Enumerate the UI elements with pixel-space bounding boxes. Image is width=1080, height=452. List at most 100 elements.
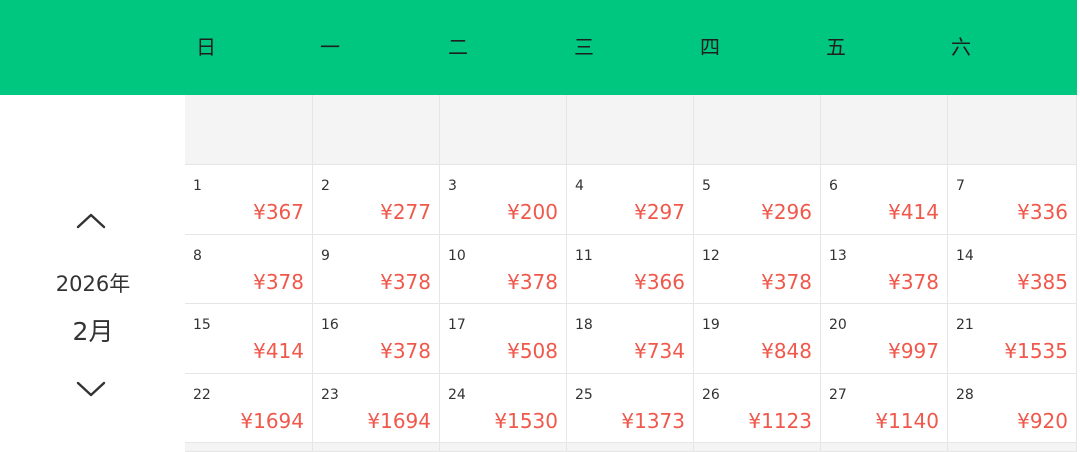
day-number: 28 — [956, 387, 974, 403]
month-label: 2月 — [72, 317, 114, 346]
day-price: ¥997 — [888, 339, 939, 363]
empty-day-cell — [185, 95, 313, 165]
prev-month-button[interactable] — [70, 205, 112, 235]
day-number: 19 — [702, 317, 720, 333]
day-cell[interactable]: 21 ¥1535 — [948, 304, 1077, 374]
day-price: ¥1694 — [240, 409, 304, 433]
day-cell[interactable]: 28 ¥920 — [948, 374, 1077, 443]
day-cell[interactable]: 23 ¥1694 — [313, 374, 440, 443]
day-cell[interactable]: 16 ¥378 — [313, 304, 440, 374]
weekday-fri: 五 — [826, 35, 846, 59]
next-week-cell — [948, 443, 1077, 452]
day-number: 27 — [829, 387, 847, 403]
day-price: ¥1373 — [621, 409, 685, 433]
day-number: 24 — [448, 387, 466, 403]
day-price: ¥1694 — [367, 409, 431, 433]
day-number: 25 — [575, 387, 593, 403]
day-number: 8 — [193, 248, 202, 264]
day-number: 1 — [193, 178, 202, 194]
next-week-cell — [313, 443, 440, 452]
next-week-cell — [694, 443, 821, 452]
next-week-cell — [185, 443, 313, 452]
day-number: 17 — [448, 317, 466, 333]
day-cell[interactable]: 15 ¥414 — [185, 304, 313, 374]
day-cell[interactable]: 8 ¥378 — [185, 235, 313, 304]
day-cell[interactable]: 10 ¥378 — [440, 235, 567, 304]
day-number: 6 — [829, 178, 838, 194]
day-price: ¥200 — [507, 200, 558, 224]
day-number: 20 — [829, 317, 847, 333]
empty-day-cell — [694, 95, 821, 165]
day-cell[interactable]: 3 ¥200 — [440, 165, 567, 235]
day-cell[interactable]: 17 ¥508 — [440, 304, 567, 374]
calendar-grid: 1 ¥367 2 ¥277 3 ¥200 4 ¥297 5 ¥296 6 ¥414 7 ¥336 8 ¥378… — [185, 95, 1077, 452]
next-week-cell — [821, 443, 948, 452]
day-cell[interactable]: 1 ¥367 — [185, 165, 313, 235]
empty-day-cell — [567, 95, 694, 165]
day-price: ¥1140 — [875, 409, 939, 433]
day-price: ¥378 — [380, 270, 431, 294]
day-number: 3 — [448, 178, 457, 194]
day-cell[interactable]: 27 ¥1140 — [821, 374, 948, 443]
day-number: 4 — [575, 178, 584, 194]
day-price: ¥920 — [1017, 409, 1068, 433]
day-cell[interactable]: 22 ¥1694 — [185, 374, 313, 443]
next-week-cell — [567, 443, 694, 452]
empty-day-cell — [313, 95, 440, 165]
weekday-header: 日 一 二 三 四 五 六 — [0, 0, 1077, 95]
day-cell[interactable]: 2 ¥277 — [313, 165, 440, 235]
day-number: 21 — [956, 317, 974, 333]
day-number: 5 — [702, 178, 711, 194]
day-cell[interactable]: 13 ¥378 — [821, 235, 948, 304]
day-cell[interactable]: 11 ¥366 — [567, 235, 694, 304]
day-cell[interactable]: 19 ¥848 — [694, 304, 821, 374]
day-price: ¥508 — [507, 339, 558, 363]
chevron-up-icon — [76, 213, 106, 229]
day-cell[interactable]: 5 ¥296 — [694, 165, 821, 235]
day-cell[interactable]: 9 ¥378 — [313, 235, 440, 304]
day-price: ¥277 — [380, 200, 431, 224]
day-number: 18 — [575, 317, 593, 333]
day-cell[interactable]: 24 ¥1530 — [440, 374, 567, 443]
day-number: 26 — [702, 387, 720, 403]
day-cell[interactable]: 26 ¥1123 — [694, 374, 821, 443]
day-number: 7 — [956, 178, 965, 194]
day-price: ¥414 — [253, 339, 304, 363]
empty-day-cell — [948, 95, 1077, 165]
weekday-wed: 三 — [574, 35, 594, 59]
next-week-cell — [440, 443, 567, 452]
day-price: ¥366 — [634, 270, 685, 294]
day-cell[interactable]: 18 ¥734 — [567, 304, 694, 374]
day-number: 16 — [321, 317, 339, 333]
day-number: 22 — [193, 387, 211, 403]
next-month-button[interactable] — [70, 375, 112, 405]
day-cell[interactable]: 20 ¥997 — [821, 304, 948, 374]
day-price: ¥1535 — [1004, 339, 1068, 363]
weekday-sat: 六 — [951, 35, 971, 59]
day-price: ¥336 — [1017, 200, 1068, 224]
day-number: 11 — [575, 248, 593, 264]
day-cell[interactable]: 25 ¥1373 — [567, 374, 694, 443]
day-cell[interactable]: 6 ¥414 — [821, 165, 948, 235]
weekday-thu: 四 — [700, 35, 720, 59]
day-number: 23 — [321, 387, 339, 403]
day-price: ¥1123 — [748, 409, 812, 433]
day-number: 2 — [321, 178, 330, 194]
day-number: 10 — [448, 248, 466, 264]
day-price: ¥297 — [634, 200, 685, 224]
day-price: ¥1530 — [494, 409, 558, 433]
empty-day-cell — [821, 95, 948, 165]
empty-day-cell — [440, 95, 567, 165]
day-cell[interactable]: 4 ¥297 — [567, 165, 694, 235]
day-price: ¥378 — [253, 270, 304, 294]
day-price: ¥378 — [761, 270, 812, 294]
day-cell[interactable]: 7 ¥336 — [948, 165, 1077, 235]
day-number: 9 — [321, 248, 330, 264]
day-cell[interactable]: 12 ¥378 — [694, 235, 821, 304]
day-cell[interactable]: 14 ¥385 — [948, 235, 1077, 304]
day-price: ¥734 — [634, 339, 685, 363]
day-number: 12 — [702, 248, 720, 264]
day-number: 13 — [829, 248, 847, 264]
day-price: ¥848 — [761, 339, 812, 363]
day-price: ¥378 — [380, 339, 431, 363]
